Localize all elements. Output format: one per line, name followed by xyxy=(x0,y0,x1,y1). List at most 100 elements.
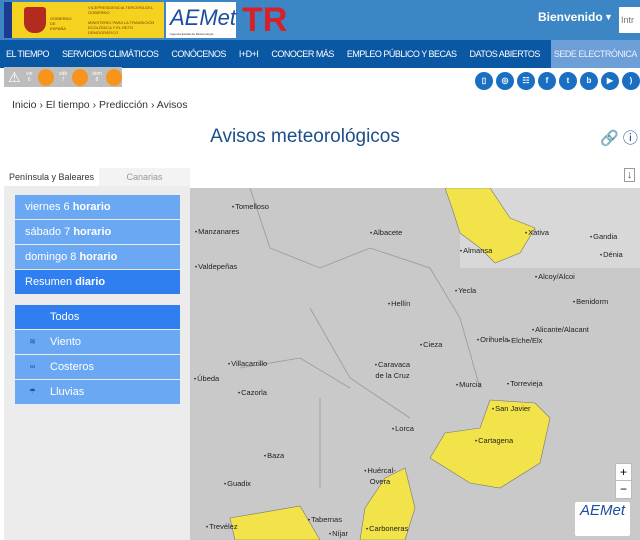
city-label: Hellín xyxy=(388,299,410,310)
map-aemet-logo: AEMet xyxy=(575,502,630,536)
warning-triangle-icon: ⚠ xyxy=(8,68,21,85)
warning-zone xyxy=(229,505,321,540)
day-sabado-7[interactable]: sábado 7 horario xyxy=(15,220,180,244)
gov-label: GOBIERNO DE ESPAÑA xyxy=(50,16,72,31)
city-label: Níjar xyxy=(329,529,348,540)
breadcrumb: Inicio › El tiempo › Predicción › Avisos xyxy=(12,99,188,111)
city-label: Huércal-Overa xyxy=(360,466,400,486)
crumb-inicio[interactable]: Inicio xyxy=(12,99,37,111)
day-number: 7 xyxy=(61,77,65,83)
day-list: viernes 6 horario sábado 7 horario domin… xyxy=(15,195,180,295)
youtube-icon[interactable]: ▶ xyxy=(601,72,619,90)
nav-conocer-mas[interactable]: CONOCER MÁS xyxy=(269,40,336,68)
nav-conocenos[interactable]: CONÓCENOS xyxy=(169,40,228,68)
warning-day: sáb 7 xyxy=(57,71,69,83)
download-icon[interactable]: ↓ xyxy=(624,168,635,182)
mobile-app-icon[interactable]: ▯ xyxy=(475,72,493,90)
aemet-logo[interactable]: AEMet Agencia Estatal de Meteorología xyxy=(166,2,236,38)
welcome-menu[interactable]: Bienvenido xyxy=(538,10,603,24)
coat-of-arms-icon xyxy=(24,7,46,33)
day-label: domingo 8 xyxy=(25,251,80,263)
facebook-icon[interactable]: f xyxy=(538,72,556,90)
filter-costeros[interactable]: ∞ Costeros xyxy=(15,355,180,379)
nav-el-tiempo[interactable]: EL TIEMPO xyxy=(4,40,51,68)
city-label: Benidorm xyxy=(573,297,608,308)
filter-list: Todos ≋ Viento ∞ Costeros ☂ Lluvias xyxy=(15,305,180,405)
search-input[interactable] xyxy=(619,7,640,33)
day-number: 8 xyxy=(95,77,99,83)
city-label: Manzanares xyxy=(195,227,239,238)
nav-idi[interactable]: I+D+I xyxy=(237,40,261,68)
city-label: Yecla xyxy=(455,286,476,297)
filter-label: Lluvias xyxy=(50,386,85,398)
warning-map[interactable]: Tomelloso Manzanares Albacete Valdepeñas… xyxy=(190,188,640,540)
info-icon[interactable]: ⓘ xyxy=(623,130,638,147)
nav-empleo[interactable]: EMPLEO PÚBLICO Y BECAS xyxy=(345,40,459,68)
warning-level-dot[interactable] xyxy=(71,68,89,86)
city-label: Torrevieja xyxy=(507,379,543,390)
city-label: Baza xyxy=(264,451,284,462)
day-number: 6 xyxy=(27,77,31,83)
side-panel: Península y Baleares Canarias viernes 6 … xyxy=(4,168,190,540)
day-label: sábado 7 xyxy=(25,226,74,238)
nav-sede-electronica[interactable]: SEDE ELECTRÓNICA xyxy=(550,40,640,68)
warning-level-dot[interactable] xyxy=(105,68,122,86)
city-label: Alcoy/Alcoi xyxy=(535,272,575,283)
government-logo[interactable]: GOBIERNO DE ESPAÑA VICEPRESIDENCIA TERCE… xyxy=(4,2,164,38)
waves-icon: ∞ xyxy=(29,362,36,371)
day-viernes-6[interactable]: viernes 6 horario xyxy=(15,195,180,219)
chevron-down-icon[interactable]: ▼ xyxy=(604,12,613,22)
crumb-prediccion[interactable]: Predicción xyxy=(99,99,148,111)
filter-viento[interactable]: ≋ Viento xyxy=(15,330,180,354)
warning-level-dot[interactable] xyxy=(38,68,55,86)
warning-day: vie 6 xyxy=(24,71,36,83)
tab-peninsula[interactable]: Península y Baleares xyxy=(4,168,99,186)
blog-icon[interactable]: b xyxy=(580,72,598,90)
zoom-out-button[interactable]: − xyxy=(616,481,631,498)
network-icon[interactable]: ☷ xyxy=(517,72,535,90)
rss-icon[interactable]: ) xyxy=(622,72,640,90)
eu-flag xyxy=(4,2,12,38)
city-label: Úbeda xyxy=(194,374,219,385)
nav-datos-abiertos[interactable]: DATOS ABIERTOS xyxy=(468,40,542,68)
city-label: Valdepeñas xyxy=(195,262,237,273)
day-label: Resumen xyxy=(25,276,76,288)
zoom-control: + − xyxy=(615,463,632,499)
city-label: Alicante/Alacant xyxy=(532,325,589,336)
nav-servicios-climaticos[interactable]: SERVICIOS CLIMÁTICOS xyxy=(60,40,160,68)
day-mode: horario xyxy=(79,251,118,263)
gov-label: MINISTERIO PARA LA TRANSICIÓN ECOLÓGICA … xyxy=(88,20,155,35)
city-label: Cartagena xyxy=(475,436,513,447)
city-label: Xàtiva xyxy=(525,228,549,239)
zoom-in-button[interactable]: + xyxy=(616,464,631,481)
day-domingo-8[interactable]: domingo 8 horario xyxy=(15,245,180,269)
crumb-sep: › xyxy=(39,99,43,111)
city-label: Gandia xyxy=(590,232,617,243)
web-icon[interactable]: ◎ xyxy=(496,72,514,90)
tr-logo[interactable]: TR xyxy=(242,2,287,38)
city-label: San Javier xyxy=(492,404,530,415)
warning-summary-bar[interactable]: ⚠ vie 6 sáb 7 dom 8 xyxy=(4,67,122,87)
city-label: Tomelloso xyxy=(232,202,269,213)
link-icon[interactable]: 🔗 xyxy=(600,130,619,147)
gov-label: VICEPRESIDENCIA TERCERA DEL GOBIERNO xyxy=(88,5,153,15)
day-resumen-diario[interactable]: Resumen diario xyxy=(15,270,180,294)
filter-lluvias[interactable]: ☂ Lluvias xyxy=(15,380,180,404)
city-label: Cieza xyxy=(420,340,442,351)
day-mode: horario xyxy=(72,201,111,213)
tab-canarias[interactable]: Canarias xyxy=(99,168,190,186)
crumb-el-tiempo[interactable]: El tiempo xyxy=(46,99,90,111)
city-label: Murcia xyxy=(456,380,482,391)
filter-label: Todos xyxy=(50,311,80,323)
filter-label: Costeros xyxy=(50,361,95,373)
social-links: ▯ ◎ ☷ f t b ▶ ) xyxy=(475,72,640,90)
city-label: Villacarrillo xyxy=(228,359,267,370)
aemet-subtitle: Agencia Estatal de Meteorología xyxy=(170,32,214,36)
day-mode: diario xyxy=(75,276,106,288)
page-title: Avisos meteorológicos xyxy=(210,126,400,147)
twitter-icon[interactable]: t xyxy=(559,72,577,90)
top-header: GOBIERNO DE ESPAÑA VICEPRESIDENCIA TERCE… xyxy=(0,0,640,40)
filter-todos[interactable]: Todos xyxy=(15,305,180,329)
crumb-sep: › xyxy=(92,99,97,111)
city-label: Orihuela xyxy=(477,335,508,346)
